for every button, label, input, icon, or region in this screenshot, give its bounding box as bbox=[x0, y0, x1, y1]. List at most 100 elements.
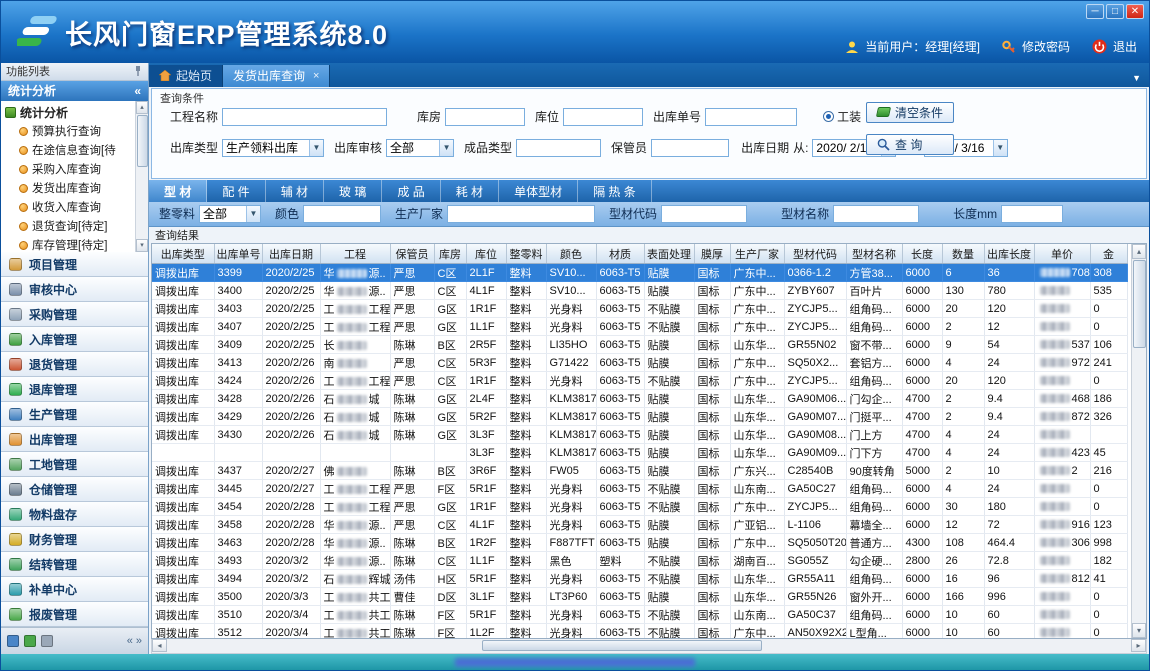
tree-item[interactable]: 在途信息查询[待 bbox=[5, 141, 134, 160]
material-tab[interactable]: 单体型材 bbox=[499, 180, 578, 202]
column-header[interactable]: 型材代码 bbox=[784, 244, 846, 264]
chevron-down-icon[interactable]: ▼ bbox=[246, 206, 260, 222]
table-row[interactable]: 调拨出库34072020/2/25工工程严思G区1L1F整料光身料6063-T5… bbox=[152, 318, 1127, 336]
toolbar-expand-icon[interactable]: « » bbox=[127, 635, 142, 647]
toolbar-icon[interactable] bbox=[7, 635, 19, 647]
column-header[interactable]: 保管员 bbox=[390, 244, 434, 264]
tab-close-icon[interactable]: × bbox=[313, 70, 319, 82]
column-header[interactable]: 膜厚 bbox=[694, 244, 730, 264]
material-tab[interactable]: 辅 材 bbox=[266, 180, 324, 202]
scroll-right-arrow[interactable]: ▸ bbox=[1131, 639, 1146, 652]
table-row[interactable]: 调拨出库34032020/2/25工工程严思G区1R1F整料光身料6063-T5… bbox=[152, 300, 1127, 318]
column-header[interactable]: 出库类型 bbox=[152, 244, 214, 264]
sidebar-module[interactable]: 采购管理 bbox=[1, 302, 148, 327]
table-row[interactable]: 调拨出库34542020/2/28工工程严思G区1R1F整料光身料6063-T5… bbox=[152, 498, 1127, 516]
column-header[interactable]: 工程 bbox=[320, 244, 390, 264]
pin-icon[interactable] bbox=[133, 65, 143, 77]
table-row[interactable]: 调拨出库34242020/2/26工工程严思C区1R1F整料光身料6063-T5… bbox=[152, 372, 1127, 390]
sidebar-module[interactable]: 报废管理 bbox=[1, 602, 148, 627]
search-button[interactable]: 查 询 bbox=[866, 134, 954, 155]
tree-item[interactable]: 退货查询[待定] bbox=[5, 217, 134, 236]
outbound-type-select[interactable]: 生产领料出库▼ bbox=[222, 139, 324, 157]
sidebar-module[interactable]: 退库管理 bbox=[1, 377, 148, 402]
column-header[interactable]: 金 bbox=[1090, 244, 1127, 264]
sidebar-module[interactable]: 出库管理 bbox=[1, 427, 148, 452]
column-header[interactable]: 库房 bbox=[434, 244, 466, 264]
length-input[interactable] bbox=[1001, 205, 1063, 223]
column-header[interactable]: 数量 bbox=[942, 244, 984, 264]
column-header[interactable]: 材质 bbox=[596, 244, 644, 264]
column-header[interactable]: 表面处理 bbox=[644, 244, 694, 264]
toolbar-icon[interactable] bbox=[41, 635, 53, 647]
material-tab[interactable]: 隔 热 条 bbox=[578, 180, 652, 202]
minimize-button[interactable]: ─ bbox=[1086, 4, 1104, 19]
tab-home[interactable]: 起始页 bbox=[149, 65, 223, 87]
product-type-input[interactable] bbox=[516, 139, 601, 157]
toolbar-icon[interactable] bbox=[24, 635, 36, 647]
scroll-left-arrow[interactable]: ◂ bbox=[152, 639, 167, 652]
material-tab[interactable]: 配 件 bbox=[207, 180, 265, 202]
chevron-down-icon[interactable]: ▼ bbox=[439, 140, 453, 156]
tree-item[interactable]: 采购入库查询 bbox=[5, 160, 134, 179]
column-header[interactable]: 单价 bbox=[1034, 244, 1090, 264]
table-row[interactable]: 调拨出库34002020/2/25华源..严思C区4L1F整料SV10...60… bbox=[152, 282, 1127, 300]
chevron-down-icon[interactable]: ▼ bbox=[993, 140, 1007, 156]
maximize-button[interactable]: □ bbox=[1106, 4, 1124, 19]
sidebar-module[interactable]: 工地管理 bbox=[1, 452, 148, 477]
table-row[interactable]: 调拨出库34372020/2/27佛陈琳B区3R6F整料FW056063-T5贴… bbox=[152, 462, 1127, 480]
scrollbar-thumb[interactable] bbox=[137, 115, 148, 167]
table-row[interactable]: 调拨出库34132020/2/26南严思C区5R3F整料G714226063-T… bbox=[152, 354, 1127, 372]
table-row[interactable]: 调拨出库34942020/3/2石辉城汤伟H区5R1F整料光身料6063-T5不… bbox=[152, 570, 1127, 588]
sidebar-module[interactable]: 退货管理 bbox=[1, 352, 148, 377]
chevron-down-icon[interactable]: ▼ bbox=[309, 140, 323, 156]
scroll-down-arrow[interactable]: ▾ bbox=[136, 239, 148, 252]
logout-link[interactable]: 退出 bbox=[1113, 38, 1137, 55]
tree-item[interactable]: 发货出库查询 bbox=[5, 179, 134, 198]
section-header[interactable]: 统计分析 « bbox=[1, 81, 148, 101]
material-tab[interactable]: 耗 材 bbox=[441, 180, 499, 202]
color-input[interactable] bbox=[303, 205, 381, 223]
sidebar-module[interactable]: 入库管理 bbox=[1, 327, 148, 352]
tree-item[interactable]: 收货入库查询 bbox=[5, 198, 134, 217]
table-row[interactable]: 调拨出库34282020/2/26石城陈琳G区2L4F整料KLM38176063… bbox=[152, 390, 1127, 408]
table-row[interactable]: 调拨出库34932020/3/2华源..陈琳C区1L1F整料黑色塑料不贴膜国标湖… bbox=[152, 552, 1127, 570]
table-row[interactable]: 调拨出库34292020/2/26石城陈琳G区5R2F整料KLM38176063… bbox=[152, 408, 1127, 426]
tab-shipment-outbound-query[interactable]: 发货出库查询 × bbox=[223, 65, 330, 87]
table-row[interactable]: 调拨出库34302020/2/26石城陈琳G区3L3F整料KLM38176063… bbox=[152, 426, 1127, 444]
project-name-input[interactable] bbox=[222, 108, 387, 126]
scrollbar-thumb[interactable] bbox=[482, 640, 762, 651]
warehouse-input[interactable] bbox=[445, 108, 525, 126]
manufacturer-input[interactable] bbox=[447, 205, 595, 223]
column-header[interactable]: 整零料 bbox=[506, 244, 546, 264]
change-password-link[interactable]: 修改密码 bbox=[1022, 38, 1070, 55]
tree-root[interactable]: 统计分析 bbox=[5, 103, 134, 122]
table-row[interactable]: 调拨出库35002020/3/3工共工程曹佳D区3L1F整料LT3P606063… bbox=[152, 588, 1127, 606]
scroll-up-arrow[interactable]: ▴ bbox=[1132, 244, 1146, 259]
sidebar-module[interactable]: 项目管理 bbox=[1, 252, 148, 277]
table-row[interactable]: 调拨出库34092020/2/25长陈琳B区2R5F整料LI35HO6063-T… bbox=[152, 336, 1127, 354]
scrollbar-thumb[interactable] bbox=[1133, 260, 1146, 348]
table-row[interactable]: 调拨出库34632020/2/28华源..陈琳B区1R2F整料F887TFT60… bbox=[152, 534, 1127, 552]
material-tab[interactable]: 型 材 bbox=[149, 180, 207, 202]
material-tab[interactable]: 玻 璃 bbox=[324, 180, 382, 202]
profile-code-input[interactable] bbox=[661, 205, 747, 223]
sidebar-module[interactable]: 财务管理 bbox=[1, 527, 148, 552]
table-row[interactable]: 调拨出库35102020/3/4工共工程陈琳F区5R1F整料光身料6063-T5… bbox=[152, 606, 1127, 624]
scroll-up-arrow[interactable]: ▴ bbox=[136, 101, 148, 114]
order-no-input[interactable] bbox=[705, 108, 797, 126]
column-header[interactable]: 颜色 bbox=[546, 244, 596, 264]
column-header[interactable]: 出库长度 bbox=[984, 244, 1034, 264]
column-header[interactable]: 生产厂家 bbox=[730, 244, 784, 264]
material-tab[interactable]: 成 品 bbox=[382, 180, 440, 202]
sidebar-module[interactable]: 补单中心 bbox=[1, 577, 148, 602]
table-row[interactable]: 调拨出库35122020/3/4工共工程陈琳F区1L2F整料光身料6063-T5… bbox=[152, 624, 1127, 639]
table-row[interactable]: 3L3F整料KLM38176063-T5贴膜国标山东华...GA90M09...… bbox=[152, 444, 1127, 462]
column-header[interactable]: 库位 bbox=[466, 244, 506, 264]
clear-conditions-button[interactable]: 清空条件 bbox=[866, 102, 954, 123]
outbound-audit-select[interactable]: 全部▼ bbox=[386, 139, 454, 157]
table-row[interactable]: 调拨出库34582020/2/28华源..严思C区4L1F整料光身料6063-T… bbox=[152, 516, 1127, 534]
sidebar-module[interactable]: 物料盘存 bbox=[1, 502, 148, 527]
tab-list-dropdown-icon[interactable]: ▼ bbox=[1132, 73, 1149, 87]
sidebar-module[interactable]: 结转管理 bbox=[1, 552, 148, 577]
whole-piece-select[interactable]: 全部▼ bbox=[199, 205, 261, 223]
